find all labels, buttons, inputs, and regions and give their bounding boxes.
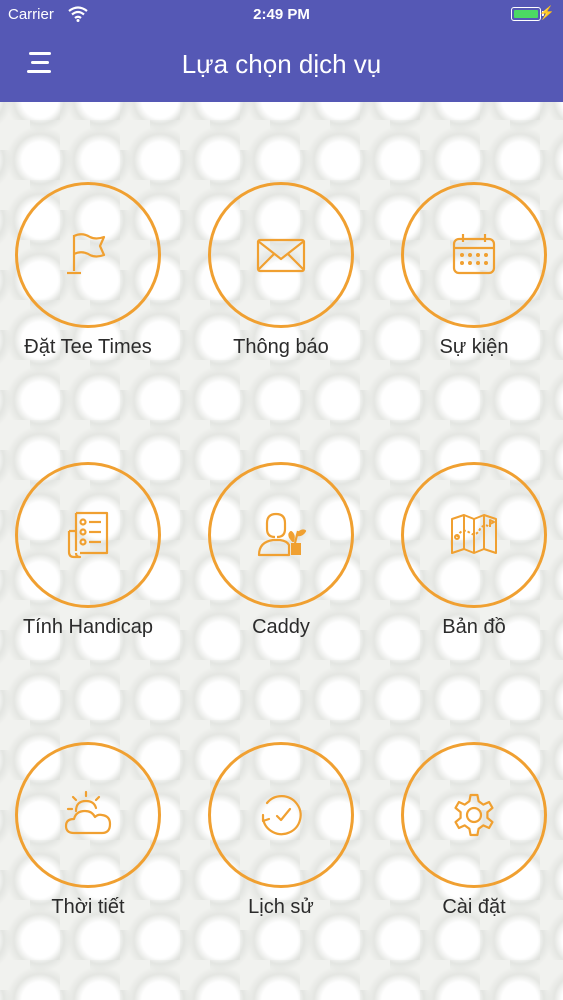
service-icon-circle: [15, 182, 161, 328]
service-caddy[interactable]: Caddy: [186, 462, 376, 662]
status-time: 2:49 PM: [253, 6, 310, 23]
service-handicap[interactable]: Tính Handicap: [0, 462, 183, 662]
service-icon-circle: [208, 742, 354, 888]
service-icon-circle: [401, 742, 547, 888]
service-menu-screen: Carrier 2:49 PM ⚡ Lựa chọn dịch vụ Đặt T…: [0, 0, 563, 1000]
service-icon-circle: [401, 462, 547, 608]
page-title: Lựa chọn dịch vụ: [181, 49, 382, 79]
charging-bolt-icon: ⚡: [538, 5, 555, 20]
caddy-person-icon: [257, 512, 307, 557]
service-label: Caddy: [252, 616, 310, 638]
service-tee-times[interactable]: Đặt Tee Times: [0, 182, 183, 382]
gear-icon: [454, 793, 494, 837]
service-label: Lịch sử: [248, 896, 314, 918]
service-notifications[interactable]: Thông báo: [186, 182, 376, 382]
service-weather[interactable]: Thời tiết: [0, 742, 183, 942]
service-label: Bản đồ: [442, 616, 506, 638]
history-icon: [261, 795, 302, 836]
flag-icon: [67, 233, 106, 275]
service-label: Cài đặt: [442, 896, 506, 918]
service-icon-circle: [208, 462, 354, 608]
service-icon-circle: [401, 182, 547, 328]
service-settings[interactable]: Cài đặt: [379, 742, 563, 942]
service-label: Sự kiện: [439, 336, 509, 358]
envelope-icon: [256, 238, 306, 273]
service-label: Thông báo: [233, 336, 329, 358]
service-events[interactable]: Sự kiện: [379, 182, 563, 382]
map-icon: [451, 514, 497, 554]
weather-icon: [64, 790, 112, 835]
service-map[interactable]: Bản đồ: [379, 462, 563, 662]
service-icon-circle: [208, 182, 354, 328]
service-icon-circle: [15, 742, 161, 888]
header-bar: Lựa chọn dịch vụ: [0, 30, 563, 102]
scorecard-icon: [67, 511, 109, 559]
service-label: Đặt Tee Times: [24, 336, 152, 358]
battery-icon: [511, 7, 544, 21]
service-history[interactable]: Lịch sử: [186, 742, 376, 942]
calendar-icon: [452, 234, 496, 275]
service-label: Tính Handicap: [22, 616, 154, 638]
status-bar: Carrier 2:49 PM ⚡: [0, 0, 563, 30]
service-label: Thời tiết: [51, 896, 125, 918]
service-icon-circle: [15, 462, 161, 608]
